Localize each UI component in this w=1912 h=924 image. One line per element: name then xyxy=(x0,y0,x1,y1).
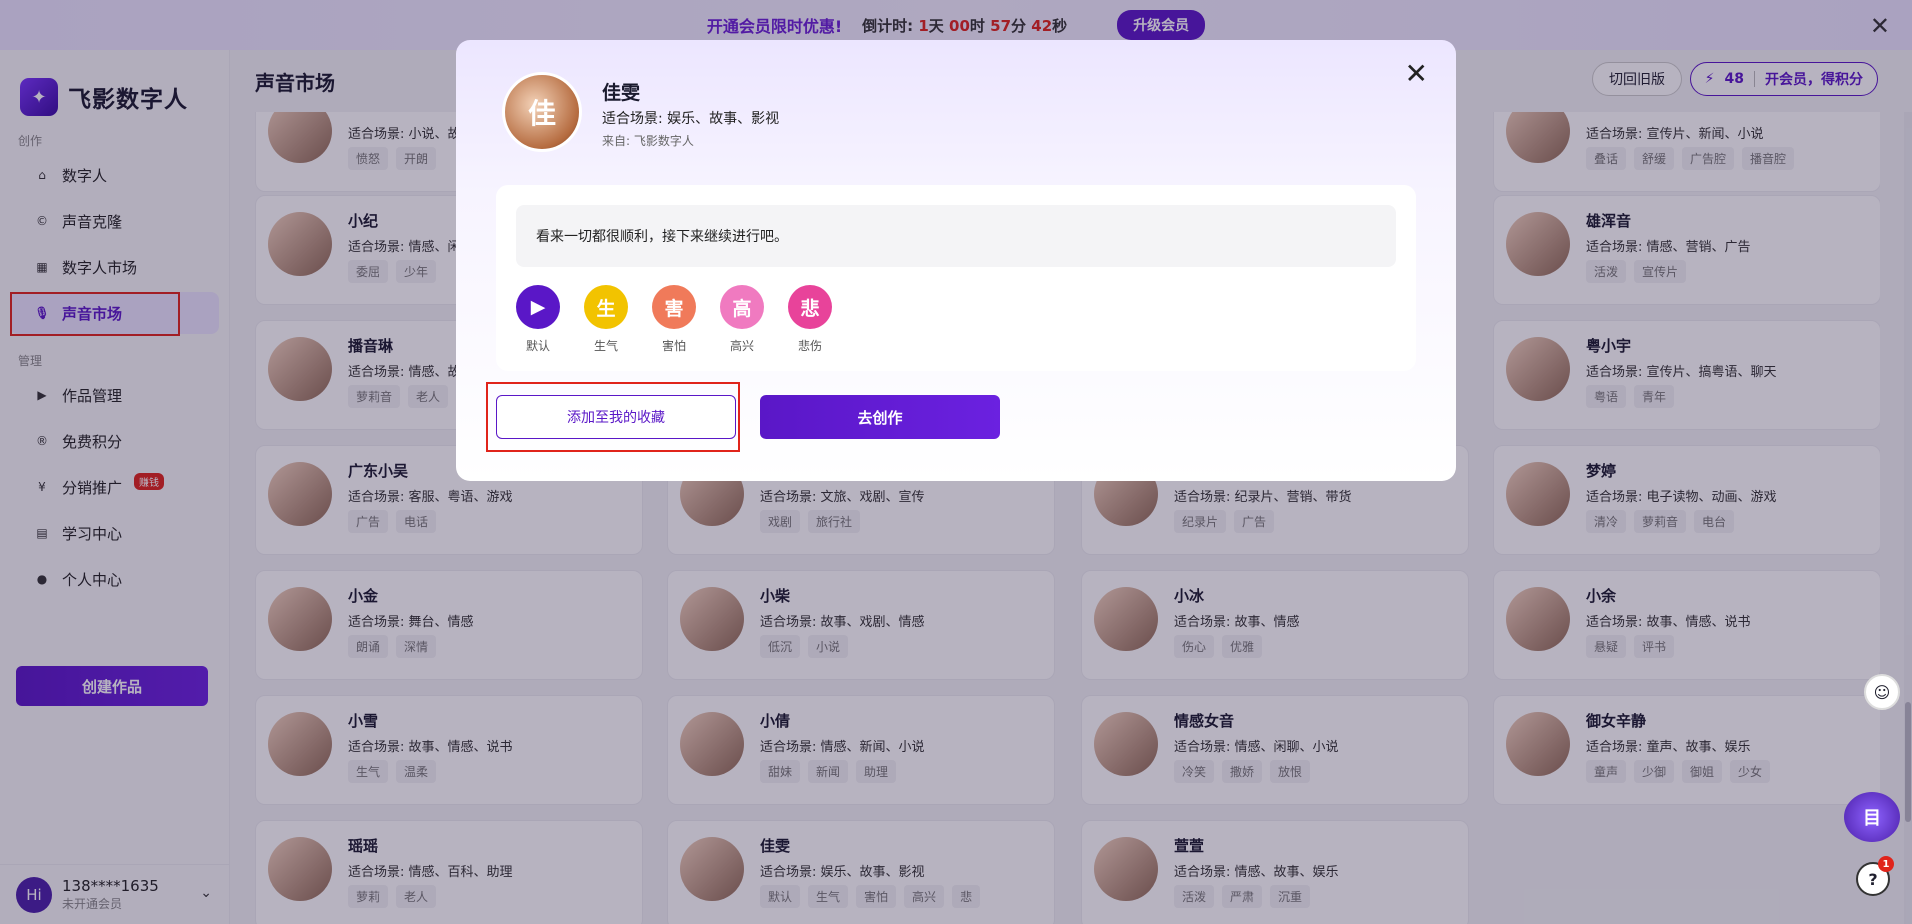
emotion-option[interactable]: 高高兴 xyxy=(720,285,764,354)
voice-avatar: 佳 xyxy=(502,72,582,152)
sample-text: 看来一切都很顺利，接下来继续进行吧。 xyxy=(516,205,1396,267)
voice-name: 佳雯 xyxy=(602,82,641,104)
emotion-label: 生气 xyxy=(593,339,618,353)
assistant-avatar-icon[interactable]: ☺ xyxy=(1864,674,1900,710)
emotion-option[interactable]: ▶ 默认 xyxy=(516,285,560,354)
help-icon[interactable]: ? 1 xyxy=(1856,856,1894,896)
emotion-label: 悲伤 xyxy=(797,339,822,353)
voice-detail-modal: 佳 佳雯 适合场景: 娱乐、故事、影视 来自: 飞影数字人 ✕ 看来一切都很顺利… xyxy=(456,40,1456,481)
emotion-option[interactable]: 悲悲伤 xyxy=(788,285,832,354)
customer-service-icon[interactable]: 目 xyxy=(1844,792,1900,842)
voice-scene: 适合场景: 娱乐、故事、影视 xyxy=(602,111,780,127)
emotion-icon: 高 xyxy=(720,285,764,329)
voice-source: 来自: 飞影数字人 xyxy=(602,134,694,148)
preview-panel: 看来一切都很顺利，接下来继续进行吧。 ▶ 默认生生气害害怕高高兴悲悲伤 xyxy=(496,185,1416,371)
emotion-icon: 生 xyxy=(584,285,628,329)
notification-badge: 1 xyxy=(1878,856,1894,872)
emotion-label: 默认 xyxy=(525,339,550,353)
emotion-option[interactable]: 害害怕 xyxy=(652,285,696,354)
emotion-label: 高兴 xyxy=(729,339,754,353)
emotion-option[interactable]: 生生气 xyxy=(584,285,628,354)
add-to-favorites-button[interactable]: 添加至我的收藏 xyxy=(496,395,736,439)
close-icon[interactable]: ✕ xyxy=(1405,60,1428,88)
emotion-label: 害怕 xyxy=(661,339,686,353)
emotion-icon: 悲 xyxy=(788,285,832,329)
go-create-button[interactable]: 去创作 xyxy=(760,395,1000,439)
play-icon: ▶ xyxy=(516,285,560,329)
emotion-list: ▶ 默认生生气害害怕高高兴悲悲伤 xyxy=(516,285,832,354)
emotion-icon: 害 xyxy=(652,285,696,329)
